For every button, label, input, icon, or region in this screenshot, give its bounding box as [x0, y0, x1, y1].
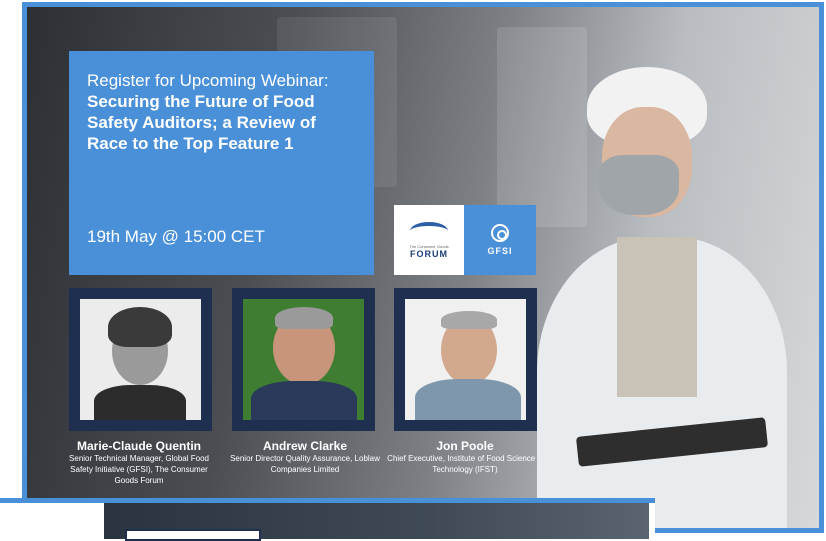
speaker-role: Senior Technical Manager, Global Food Sa…: [69, 454, 209, 485]
logo-wordmark: FORUM: [410, 248, 448, 259]
speaker-photo: [405, 299, 526, 420]
speaker-role: Senior Director Quality Assurance, Lobla…: [230, 454, 380, 474]
webinar-title: Securing the Future of Food Safety Audit…: [87, 92, 316, 153]
preview-logo: [125, 529, 261, 541]
speaker-photo-card: [69, 288, 212, 431]
swoosh-icon: [410, 221, 448, 240]
food-safety-worker-image: [517, 47, 817, 528]
gfsi-ring-icon: [491, 224, 509, 242]
next-banner-preview[interactable]: [0, 498, 655, 541]
logo-wordmark: GFSI: [487, 246, 513, 256]
intro-text: Register for Upcoming Webinar:: [87, 71, 329, 90]
consumer-goods-forum-logo: The Consumer Goods FORUM: [394, 205, 464, 275]
speaker-photo-card: [232, 288, 375, 431]
speaker-caption: Marie-Claude Quentin Senior Technical Ma…: [59, 439, 219, 486]
speaker-caption: Andrew Clarke Senior Director Quality As…: [225, 439, 385, 475]
partner-logos: The Consumer Goods FORUM GFSI: [394, 205, 536, 275]
speaker-name: Andrew Clarke: [262, 439, 348, 453]
speaker-photo-card: [394, 288, 537, 431]
webinar-banner[interactable]: Register for Upcoming Webinar: Securing …: [22, 2, 824, 533]
speaker-photo: [80, 299, 201, 420]
speaker-name: Marie-Claude Quentin: [76, 439, 201, 453]
webinar-date: 19th May @ 15:00 CET: [87, 227, 265, 246]
title-panel: Register for Upcoming Webinar: Securing …: [69, 51, 374, 275]
speaker-photo: [243, 299, 364, 420]
